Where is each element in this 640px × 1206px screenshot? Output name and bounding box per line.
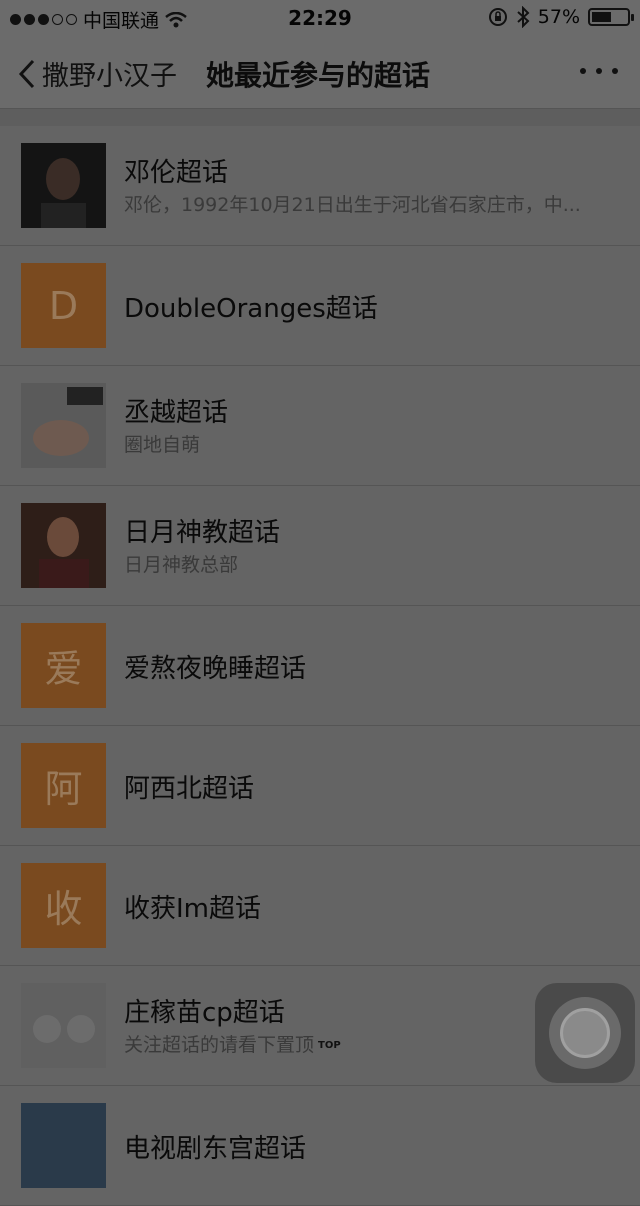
back-label: 撒野小汉子 (42, 61, 177, 92)
avatar (21, 1103, 106, 1188)
avatar: 阿 (21, 743, 106, 828)
more-dot-icon (596, 68, 602, 74)
more-button[interactable] (580, 68, 618, 74)
list-item-title: DoubleOranges超话 (124, 294, 378, 324)
list-item[interactable]: 日月神教超话 日月神教总部 (0, 486, 640, 606)
list-item-title: 丞越超话 (124, 398, 229, 428)
more-dot-icon (612, 68, 618, 74)
page-title: 她最近参与的超话 (206, 59, 431, 92)
portrait-image (41, 158, 86, 228)
list-item[interactable]: 收 收获Im超话 (0, 846, 640, 966)
battery-fill (592, 12, 611, 22)
list-item-title: 庄稼苗cp超话 (124, 998, 285, 1028)
avatar (21, 383, 106, 468)
list-item-title: 收获Im超话 (124, 894, 261, 924)
battery-percent: 57% (537, 6, 580, 28)
status-bar: 中国联通 22:29 57% (0, 0, 640, 40)
list-item-title: 爱熬夜晚睡超话 (124, 654, 307, 684)
list-item-subtitle: 日月神教总部 (124, 554, 239, 576)
back-button[interactable]: 撒野小汉子 (18, 54, 177, 93)
cartoon-image (21, 383, 106, 468)
list-item[interactable]: D DoubleOranges超话 (0, 246, 640, 366)
list-item-subtitle-text: 关注超话的请看下置顶 (124, 1034, 315, 1056)
avatar (21, 983, 106, 1068)
avatar: D (21, 263, 106, 348)
list-item[interactable]: 阿 阿西北超话 (0, 726, 640, 846)
avatar (21, 143, 106, 228)
list-item-title: 电视剧东宫超话 (124, 1134, 307, 1164)
battery-icon (588, 8, 634, 26)
list-item-title: 阿西北超话 (124, 774, 255, 804)
bluetooth-icon (517, 6, 530, 28)
status-right: 57% (488, 6, 634, 28)
list-item[interactable]: 电视剧东宫超话 (0, 1086, 640, 1206)
list-item-title: 邓伦超话 (124, 158, 229, 188)
list-item[interactable]: 邓伦超话 邓伦，1992年10月21日出生于河北省石家庄市，中... (0, 126, 640, 246)
avatar: 爱 (21, 623, 106, 708)
list-item-subtitle: 关注超话的请看下置顶 TOP (124, 1030, 341, 1057)
chevron-left-icon (18, 59, 35, 88)
list-item[interactable]: 丞越超话 圈地自萌 (0, 366, 640, 486)
list-item-subtitle: 邓伦，1992年10月21日出生于河北省石家庄市，中... (124, 194, 581, 216)
avatar (21, 503, 106, 588)
nav-bar: 撒野小汉子 她最近参与的超话 (0, 40, 640, 109)
top-badge-icon: TOP (318, 1040, 341, 1051)
more-dot-icon (580, 68, 586, 74)
list-item-title: 日月神教超话 (124, 518, 281, 548)
list-item[interactable]: 爱 爱熬夜晚睡超话 (0, 606, 640, 726)
assistive-touch-button[interactable] (535, 983, 635, 1083)
cartoon-image (21, 983, 106, 1068)
rotation-lock-icon (488, 8, 507, 26)
avatar: 收 (21, 863, 106, 948)
portrait-image (21, 503, 106, 588)
assistive-core-icon (560, 1008, 610, 1058)
list-item-subtitle: 圈地自萌 (124, 434, 201, 456)
